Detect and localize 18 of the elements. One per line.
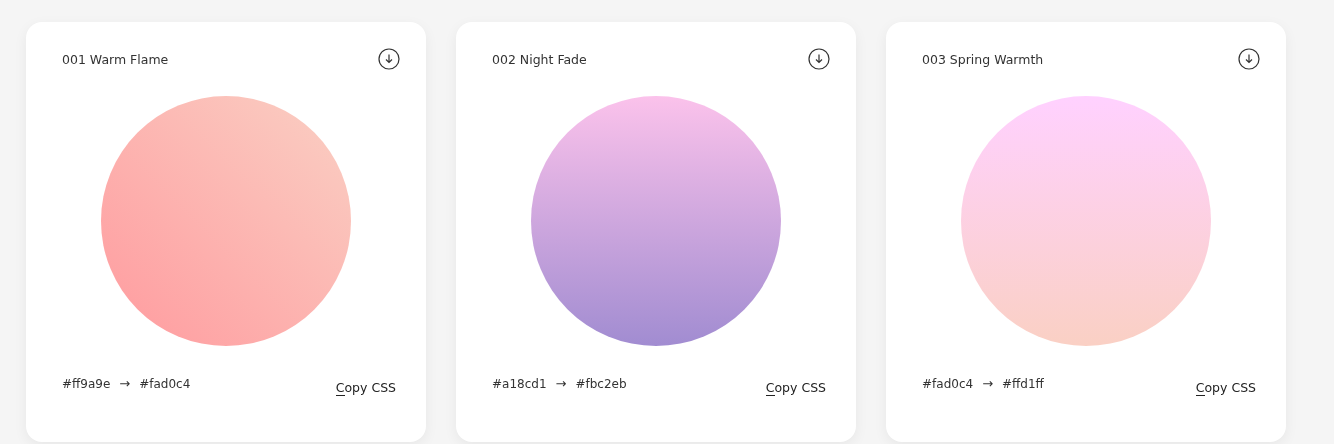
arrow-glyph: →	[119, 376, 131, 391]
arrow-glyph: →	[555, 376, 567, 391]
gradient-title: 002 Night Fade	[492, 51, 587, 67]
download-icon[interactable]	[378, 48, 400, 70]
copy-css-link[interactable]: Copy CSS	[765, 380, 826, 396]
color-code: #fad0c4	[922, 376, 974, 391]
copy-css-link[interactable]: Copy CSS	[335, 380, 396, 396]
gradient-title: 001 Warm Flame	[62, 51, 169, 67]
download-icon[interactable]	[808, 48, 830, 70]
color-code: #fbc2eb	[575, 376, 627, 391]
gradient-title: 003 Spring Warmth	[922, 51, 1044, 67]
arrow-glyph: →	[982, 376, 994, 391]
copy-css-link[interactable]: Copy CSS	[1195, 380, 1256, 396]
color-code: #ff9a9e	[62, 376, 111, 391]
color-code: #a18cd1	[492, 376, 547, 391]
download-icon[interactable]	[1238, 48, 1260, 70]
color-code: #fad0c4	[139, 376, 191, 391]
color-code: #ffd1ff	[1002, 376, 1044, 391]
